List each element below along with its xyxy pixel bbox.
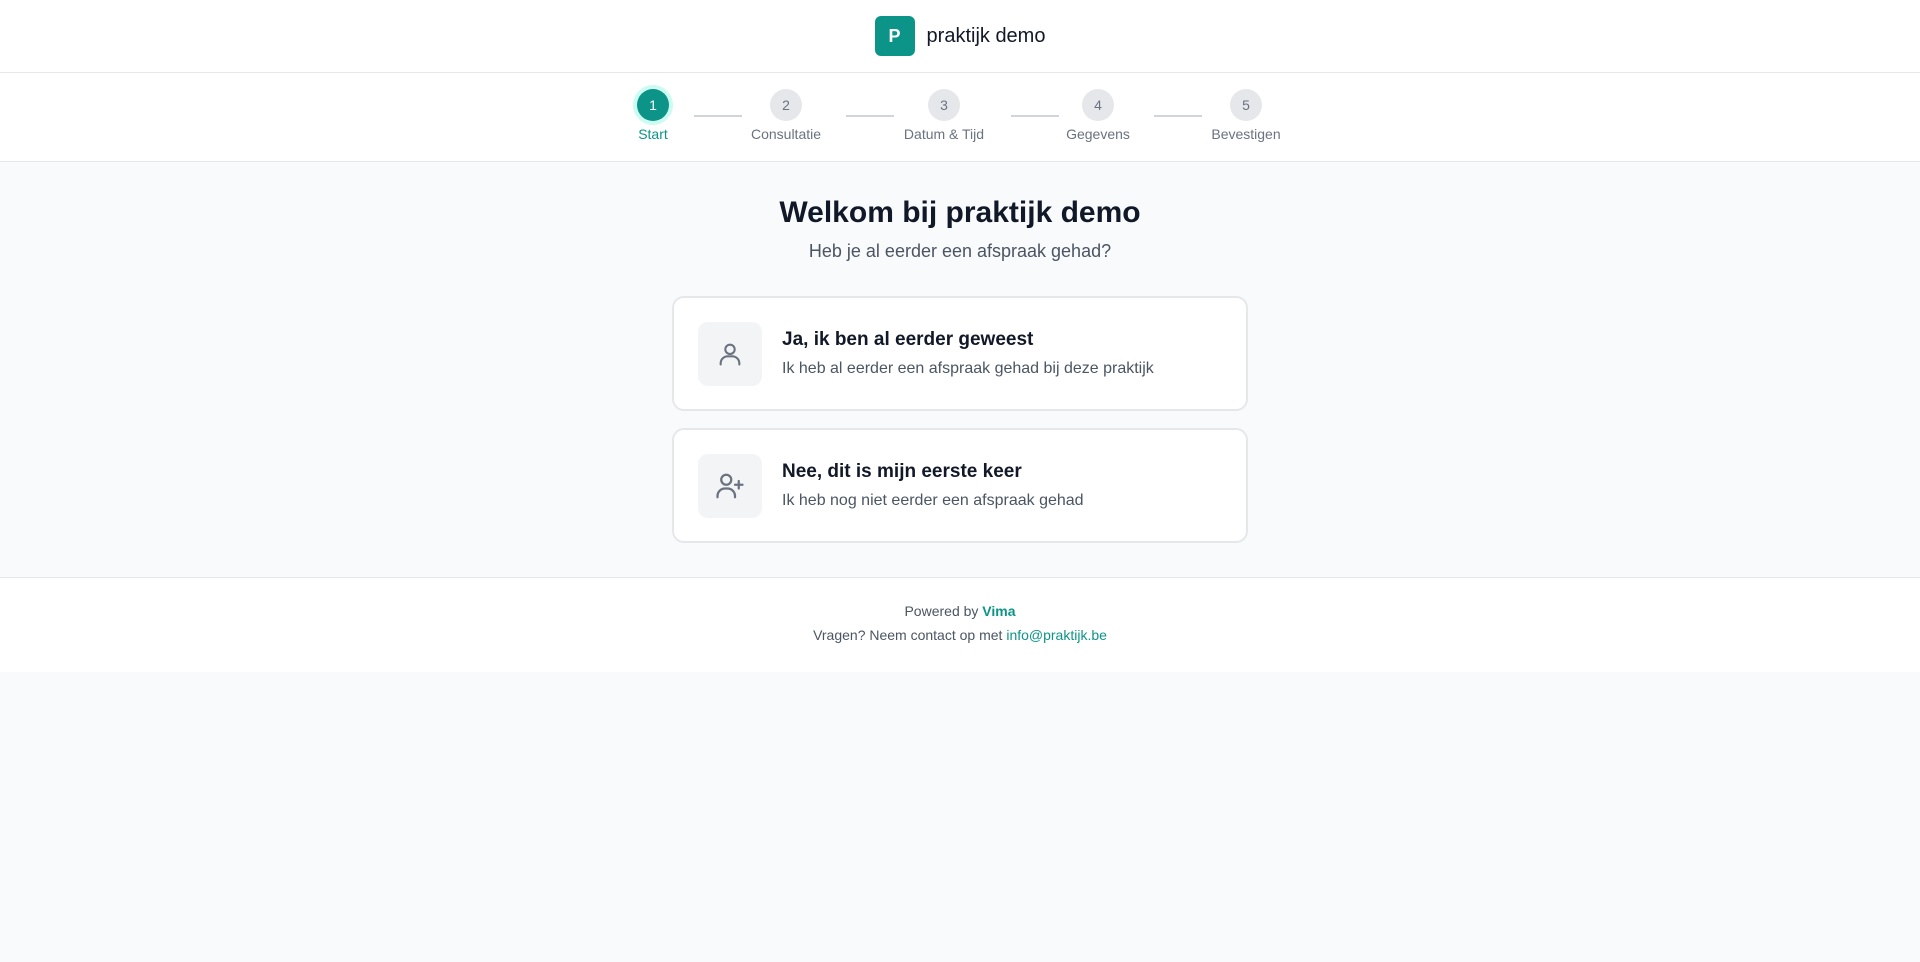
step-gegevens: 4 Gegevens	[1038, 89, 1158, 142]
step-number: 3	[928, 89, 960, 121]
step-label: Start	[638, 126, 668, 142]
step-label: Bevestigen	[1211, 126, 1281, 142]
page-subtitle: Heb je al eerder een afspraak gehad?	[808, 241, 1112, 261]
contact-line: Vragen? Neem contact op met info@praktij…	[813, 627, 1107, 643]
step-label: Consultatie	[750, 126, 822, 142]
option-title: Ja, ik ben al eerder geweest	[782, 329, 1034, 350]
main-content: Welkom bij praktijk demo Heb je al eerde…	[0, 162, 1920, 578]
option-title: Nee, dit is mijn eerste keer	[782, 461, 1022, 482]
progress-stepper: 1 Start 2 Consultatie 3 Datum & Tijd 4 G…	[0, 73, 1920, 162]
option-text: Ja, ik ben al eerder geweest Ik heb al e…	[782, 329, 1154, 378]
contact-text: Vragen? Neem contact op met	[813, 627, 1003, 643]
step-label: Gegevens	[1066, 126, 1130, 142]
step-consultatie: 2 Consultatie	[726, 89, 846, 142]
page-footer: Powered by Vima Vragen? Neem contact op …	[0, 578, 1920, 672]
practice-name: praktijk demo	[926, 24, 1046, 47]
returning-patient-option[interactable]: Ja, ik ben al eerder geweest Ik heb al e…	[672, 296, 1248, 411]
step-number: 5	[1230, 89, 1262, 121]
page-title: Welkom bij praktijk demo	[779, 196, 1141, 229]
powered-by-line: Powered by Vima	[904, 603, 1015, 619]
option-description: Ik heb al eerder een afspraak gehad bij …	[782, 360, 1154, 377]
step-bevestigen: 5 Bevestigen	[1186, 89, 1306, 142]
step-datum-tijd: 3 Datum & Tijd	[884, 89, 1004, 142]
user-icon	[698, 321, 762, 386]
contact-email-link[interactable]: info@praktijk.be	[1006, 627, 1107, 643]
practice-logo: P	[874, 16, 915, 56]
option-text: Nee, dit is mijn eerste keer Ik heb nog …	[782, 461, 1084, 510]
user-plus-icon	[698, 453, 762, 518]
patient-type-options: Ja, ik ben al eerder geweest Ik heb al e…	[672, 296, 1248, 543]
step-number: 1	[637, 89, 669, 121]
new-patient-option[interactable]: Nee, dit is mijn eerste keer Ik heb nog …	[672, 428, 1248, 543]
step-label: Datum & Tijd	[903, 126, 985, 142]
vima-link[interactable]: Vima	[982, 603, 1015, 619]
step-number: 4	[1082, 89, 1114, 121]
powered-by-text: Powered by	[904, 603, 979, 619]
step-number: 2	[770, 89, 802, 121]
option-description: Ik heb nog niet eerder een afspraak geha…	[782, 492, 1084, 509]
page-header: P praktijk demo	[0, 0, 1920, 73]
